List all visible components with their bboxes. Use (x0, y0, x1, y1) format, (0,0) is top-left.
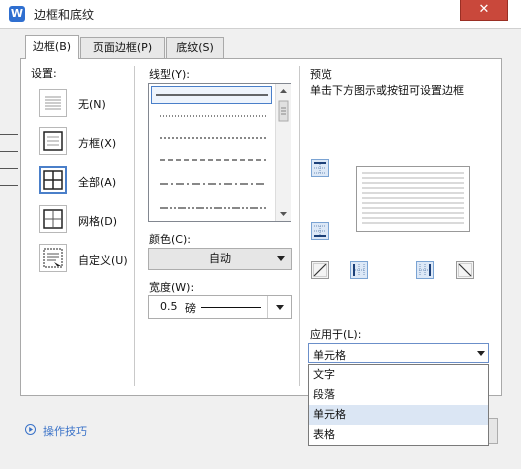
apply-option-cell[interactable]: 单元格 (309, 405, 488, 425)
document-line (0, 151, 18, 152)
play-circle-icon[interactable] (25, 424, 36, 435)
diagonal-down-border-button[interactable] (311, 261, 329, 279)
tab-page-border[interactable]: 页面边框(P) (80, 37, 165, 58)
left-border-button[interactable] (350, 261, 368, 279)
setting-custom-label: 自定义(U) (78, 254, 128, 267)
color-select[interactable]: 自动 (148, 248, 292, 270)
width-sample-line (201, 307, 261, 308)
border-grid-icon[interactable] (39, 205, 67, 233)
preview-area[interactable] (356, 166, 470, 232)
apply-to-value: 单元格 (313, 349, 346, 362)
line-style-label: 线型(Y): (149, 68, 191, 81)
document-line (0, 134, 18, 135)
line-style-scrollbar[interactable] (275, 84, 291, 221)
setting-all-label: 全部(A) (78, 176, 117, 189)
chevron-down-icon (276, 305, 284, 310)
close-button[interactable]: ✕ (460, 0, 508, 21)
setting-box-label: 方框(X) (78, 137, 117, 150)
width-select[interactable]: 0.5 磅 (148, 295, 292, 319)
bottom-border-button[interactable] (311, 222, 329, 240)
preview-label: 预览 (310, 68, 332, 81)
document-line (0, 185, 18, 186)
apply-option-text[interactable]: 文字 (309, 365, 488, 385)
apply-to-label: 应用于(L): (310, 328, 362, 341)
dialog-button-edge[interactable] (489, 418, 498, 444)
chevron-down-icon (477, 351, 485, 356)
width-label: 宽度(W): (149, 281, 195, 294)
width-value: 0.5 (160, 300, 178, 313)
setting-none-label: 无(N) (78, 98, 106, 111)
right-border-button[interactable] (416, 261, 434, 279)
color-label: 颜色(C): (149, 233, 191, 246)
width-unit: 磅 (185, 302, 196, 315)
border-none-icon[interactable] (39, 89, 67, 117)
apply-option-table[interactable]: 表格 (309, 425, 488, 445)
settings-label: 设置: (31, 67, 57, 80)
apply-option-paragraph[interactable]: 段落 (309, 385, 488, 405)
wps-writer-icon: W (9, 6, 25, 22)
divider (134, 66, 135, 386)
border-all-icon[interactable] (39, 166, 67, 194)
setting-grid-label: 网格(D) (78, 215, 118, 228)
dialog-title: 边框和底纹 (34, 8, 95, 22)
document-line (0, 168, 18, 169)
line-style-samples[interactable] (150, 86, 275, 220)
top-border-button[interactable] (311, 159, 329, 177)
tab-shading[interactable]: 底纹(S) (166, 37, 224, 58)
diagonal-up-border-button[interactable] (456, 261, 474, 279)
tips-link[interactable]: 操作技巧 (43, 423, 87, 439)
apply-to-dropdown: 文字 段落 单元格 表格 (308, 364, 489, 446)
divider (267, 296, 268, 318)
border-custom-icon[interactable] (39, 244, 67, 272)
preview-hint: 单击下方图示或按钮可设置边框 (310, 84, 464, 97)
border-box-icon[interactable] (39, 127, 67, 155)
tab-border[interactable]: 边框(B) (25, 35, 79, 59)
color-value: 自动 (209, 252, 231, 265)
divider (299, 66, 300, 386)
apply-to-select[interactable]: 单元格 (308, 343, 489, 363)
chevron-down-icon (277, 256, 285, 261)
